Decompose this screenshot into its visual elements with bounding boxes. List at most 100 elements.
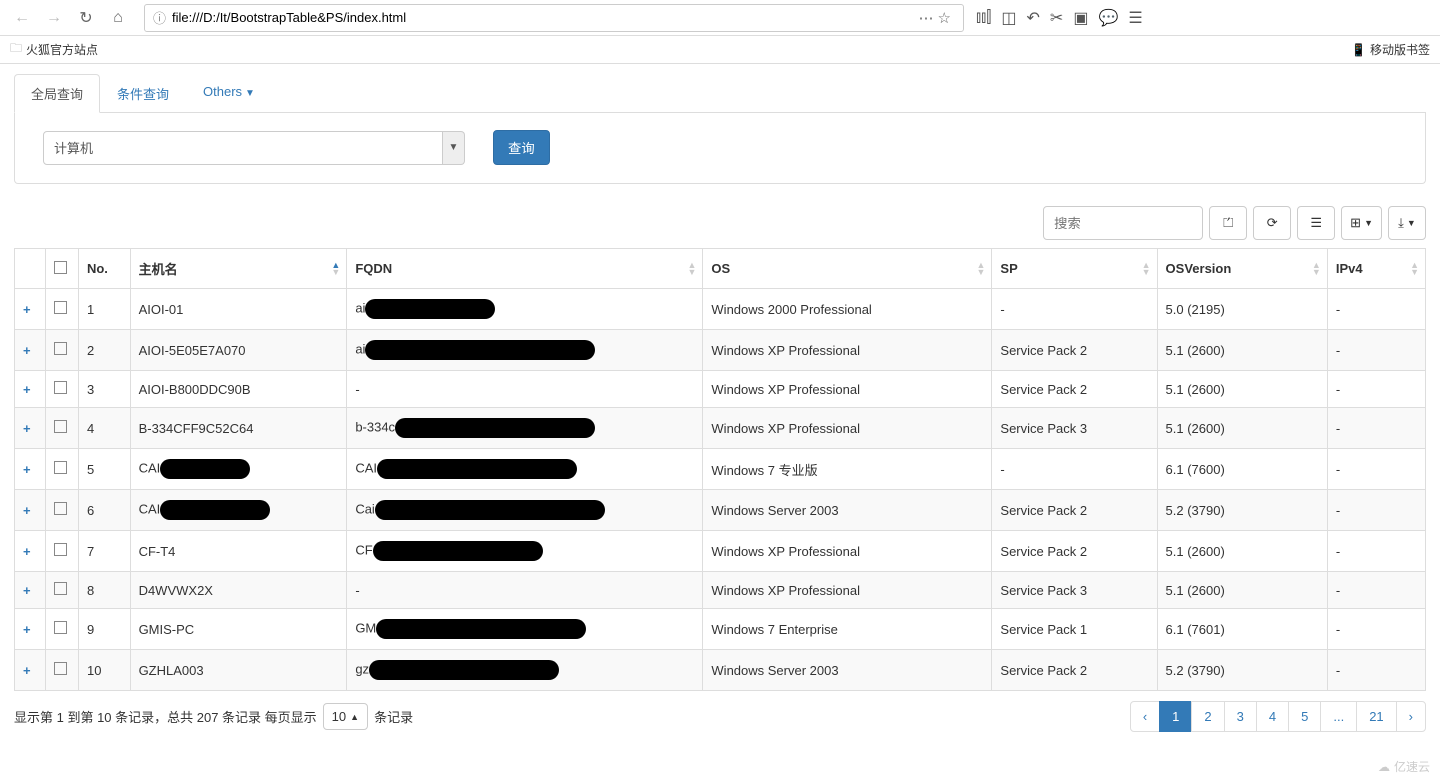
- col-sp-header[interactable]: SP▲▼: [992, 249, 1157, 289]
- cell-sp: Service Pack 3: [992, 572, 1157, 609]
- cell-os: Windows XP Professional: [703, 531, 992, 572]
- expand-icon[interactable]: +: [23, 503, 31, 518]
- library-icon[interactable]: ⫾⫾⫿: [976, 9, 991, 27]
- query-button[interactable]: 查询: [493, 130, 550, 165]
- cell-no: 4: [78, 408, 130, 449]
- reload-button[interactable]: ↻: [72, 4, 100, 32]
- bookmark-star-icon[interactable]: ☆: [938, 9, 951, 27]
- page-button[interactable]: ‹: [1130, 701, 1160, 732]
- table-row: + 8 D4WVWX2X - Windows XP Professional S…: [15, 572, 1426, 609]
- table-row: + 10 GZHLA003 gz Windows Server 2003 Ser…: [15, 650, 1426, 691]
- sidebar-icon[interactable]: ◫: [1001, 8, 1016, 28]
- cell-no: 2: [78, 330, 130, 371]
- cell-host: AIOI-B800DDC90B: [130, 371, 347, 408]
- expand-icon[interactable]: +: [23, 583, 31, 598]
- cell-os: Windows XP Professional: [703, 572, 992, 609]
- expand-icon[interactable]: +: [23, 382, 31, 397]
- col-osv-header[interactable]: OSVersion▲▼: [1157, 249, 1327, 289]
- row-checkbox[interactable]: [54, 582, 67, 595]
- cell-ipv4: -: [1327, 609, 1425, 650]
- col-ipv4-header[interactable]: IPv4▲▼: [1327, 249, 1425, 289]
- page-button[interactable]: 3: [1224, 701, 1257, 732]
- cell-host: B-334CFF9C52C64: [130, 408, 347, 449]
- page-button[interactable]: 5: [1288, 701, 1321, 732]
- cell-no: 10: [78, 650, 130, 691]
- checkbox-all[interactable]: [54, 261, 67, 274]
- cell-ipv4: -: [1327, 572, 1425, 609]
- tab-others[interactable]: Others▼: [186, 74, 272, 112]
- page-button[interactable]: 1: [1159, 701, 1192, 732]
- mobile-bookmarks[interactable]: 📱 移动版书签: [1351, 41, 1430, 58]
- cell-host: CAI: [130, 490, 347, 531]
- cell-os: Windows XP Professional: [703, 408, 992, 449]
- tab-global-query[interactable]: 全局查询: [14, 74, 100, 113]
- expand-icon[interactable]: +: [23, 663, 31, 678]
- cell-os: Windows 7 专业版: [703, 449, 992, 490]
- menu-icon[interactable]: ☰: [1128, 8, 1142, 28]
- nav-forward-button[interactable]: →: [40, 4, 68, 32]
- tab-condition-query[interactable]: 条件查询: [100, 74, 186, 112]
- undo-icon[interactable]: ↶: [1027, 8, 1040, 28]
- home-button[interactable]: ⌂: [104, 4, 132, 32]
- expand-icon[interactable]: +: [23, 462, 31, 477]
- cell-no: 1: [78, 289, 130, 330]
- export-button[interactable]: ⤓▼: [1388, 206, 1426, 240]
- nav-back-button[interactable]: ←: [8, 4, 36, 32]
- table-row: + 4 B-334CFF9C52C64 b-334c Windows XP Pr…: [15, 408, 1426, 449]
- more-icon[interactable]: ⋯: [919, 9, 934, 27]
- cell-ipv4: -: [1327, 449, 1425, 490]
- cell-os: Windows XP Professional: [703, 330, 992, 371]
- col-host-header[interactable]: 主机名▲▼: [130, 249, 347, 289]
- col-check-header[interactable]: [45, 249, 78, 289]
- cell-os: Windows Server 2003: [703, 490, 992, 531]
- expand-icon[interactable]: +: [23, 421, 31, 436]
- url-bar[interactable]: ⓘ ⋯ ☆: [144, 4, 964, 32]
- page-button[interactable]: 2: [1191, 701, 1224, 732]
- page-button[interactable]: ›: [1396, 701, 1426, 732]
- page-button[interactable]: 21: [1356, 701, 1396, 732]
- cell-osversion: 5.1 (2600): [1157, 371, 1327, 408]
- row-checkbox[interactable]: [54, 461, 67, 474]
- cell-fqdn: CF: [347, 531, 703, 572]
- toggle-view-button[interactable]: ☰: [1297, 206, 1335, 240]
- row-checkbox[interactable]: [54, 662, 67, 675]
- cell-sp: Service Pack 2: [992, 330, 1157, 371]
- expand-icon[interactable]: +: [23, 302, 31, 317]
- col-os-label: OS: [711, 261, 730, 276]
- extension-icon[interactable]: ▣: [1073, 8, 1088, 28]
- url-input[interactable]: [172, 10, 919, 25]
- cell-osversion: 5.1 (2600): [1157, 572, 1327, 609]
- cell-no: 9: [78, 609, 130, 650]
- expand-icon[interactable]: +: [23, 343, 31, 358]
- columns-button[interactable]: ⊞▼: [1341, 206, 1382, 240]
- chat-icon[interactable]: 💬: [1098, 8, 1118, 28]
- page-button[interactable]: ...: [1320, 701, 1357, 732]
- col-no-header[interactable]: No.: [78, 249, 130, 289]
- page-button[interactable]: 4: [1256, 701, 1289, 732]
- cell-sp: Service Pack 1: [992, 609, 1157, 650]
- cell-no: 5: [78, 449, 130, 490]
- filter-select[interactable]: 计算机 ▼: [43, 131, 465, 165]
- cell-no: 7: [78, 531, 130, 572]
- page-size-select[interactable]: 10▲: [323, 703, 368, 730]
- refresh-button[interactable]: ⟳: [1253, 206, 1291, 240]
- filter-row: 计算机 ▼ 查询: [43, 130, 1397, 165]
- expand-icon[interactable]: +: [23, 544, 31, 559]
- expand-icon[interactable]: +: [23, 622, 31, 637]
- row-checkbox[interactable]: [54, 301, 67, 314]
- row-checkbox[interactable]: [54, 543, 67, 556]
- col-os-header[interactable]: OS▲▼: [703, 249, 992, 289]
- col-fqdn-header[interactable]: FQDN▲▼: [347, 249, 703, 289]
- row-checkbox[interactable]: [54, 621, 67, 634]
- row-checkbox[interactable]: [54, 381, 67, 394]
- chevron-down-icon[interactable]: ▼: [443, 131, 465, 165]
- cut-icon[interactable]: ✂: [1050, 8, 1063, 28]
- row-checkbox[interactable]: [54, 420, 67, 433]
- bookmark-folder[interactable]: 🗀 火狐官方站点: [10, 39, 98, 60]
- sort-icon: ▲▼: [331, 262, 340, 276]
- cell-osversion: 5.1 (2600): [1157, 531, 1327, 572]
- row-checkbox[interactable]: [54, 342, 67, 355]
- row-checkbox[interactable]: [54, 502, 67, 515]
- toggle-pagination-button[interactable]: ⏍: [1209, 206, 1247, 240]
- search-input[interactable]: [1043, 206, 1203, 240]
